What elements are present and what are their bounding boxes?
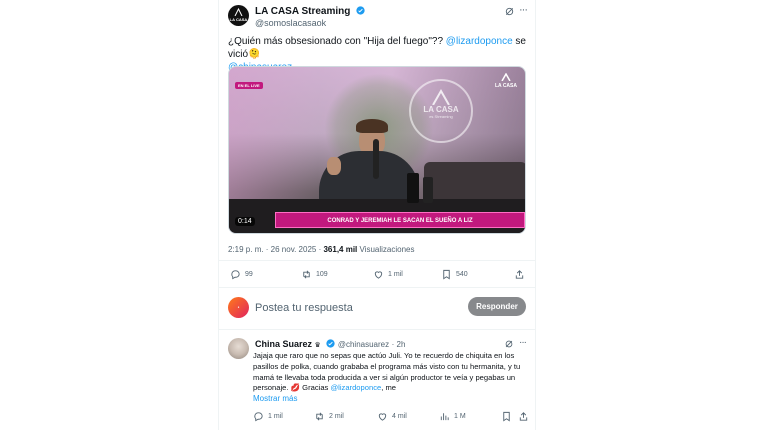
melting-face-emoji: 🫠 (248, 49, 261, 60)
reply-author-handle[interactable]: @chinasuarez (338, 340, 389, 349)
bookmark-button[interactable] (501, 411, 516, 422)
share-button[interactable] (518, 411, 533, 422)
verified-badge-icon (356, 6, 365, 15)
views-button[interactable]: 1 M (439, 411, 466, 422)
heart-icon (378, 413, 387, 421)
video-caption-banner: CONRAD Y JEREMIAH LE SACAN EL SUEÑO A LI… (275, 212, 525, 228)
bookmark-icon (503, 411, 510, 422)
like-button[interactable]: 1 mil (373, 269, 403, 280)
heart-icon (374, 271, 383, 279)
video-corner-logo: LA CASA (495, 72, 517, 89)
share-icon (519, 412, 528, 421)
divider (219, 260, 535, 261)
views-chart-icon (440, 413, 449, 421)
video-person-hair (356, 119, 388, 133)
divider (219, 329, 535, 330)
reply-author-name[interactable]: China Suarez (255, 339, 312, 349)
video-person-hand (327, 157, 341, 175)
house-logo-icon (234, 8, 243, 16)
reply-button[interactable]: 1 mil (253, 411, 283, 422)
repost-button[interactable]: 109 (301, 269, 328, 280)
reply-icon (254, 412, 263, 422)
house-logo-icon (432, 89, 450, 105)
video-wall-logo: LA CASA es Streaming (409, 79, 473, 143)
mention-link[interactable]: @lizardoponce (446, 36, 513, 47)
reply-input[interactable]: Postea tu respuesta (255, 302, 353, 314)
avatar-logo-text: LA CASA (229, 17, 248, 22)
mention-link[interactable]: @lizardoponce (330, 383, 381, 392)
show-more-link[interactable]: Mostrar más (253, 394, 297, 403)
video-cup (407, 173, 419, 203)
bookmark-icon (443, 269, 450, 280)
repost-button[interactable]: 2 mil (314, 411, 344, 422)
video-microphone (373, 139, 379, 179)
verified-badge-icon (326, 339, 335, 348)
video-player[interactable]: LA CASA es Streaming LA CASA EN EL LIVE … (228, 66, 526, 234)
post-timestamp[interactable]: 2:19 p. m. · 26 nov. 2025 · 361,4 mil Vi… (228, 245, 415, 254)
reply-icon (231, 270, 240, 280)
author-handle[interactable]: @somoslacasaok (255, 18, 326, 28)
video-cup (423, 177, 433, 203)
crown-icon: ♛ (314, 342, 321, 349)
more-options-icon[interactable]: ··· (519, 4, 528, 16)
bookmark-button[interactable]: 540 (441, 269, 468, 280)
reply-time[interactable]: · 2h (392, 340, 406, 349)
live-badge: EN EL LIVE (235, 82, 263, 89)
current-user-avatar[interactable]: ● (228, 297, 249, 318)
author-avatar[interactable]: LA CASA (228, 5, 249, 26)
reply-submit-button[interactable]: Responder (468, 297, 526, 316)
reply-button[interactable]: 99 (230, 269, 253, 280)
author-name[interactable]: LA CASA Streaming (255, 6, 365, 17)
divider (219, 287, 535, 288)
repost-icon (316, 412, 323, 421)
share-icon (515, 270, 524, 279)
reply-header: China Suarez ♛ @chinasuarez · 2h (255, 339, 405, 349)
grok-icon[interactable] (504, 339, 514, 349)
grok-icon[interactable] (504, 6, 515, 17)
like-button[interactable]: 4 mil (377, 411, 407, 422)
house-logo-icon (501, 72, 511, 82)
views-count: 361,4 mil (323, 245, 358, 254)
avatar-logo-text: ● (237, 305, 240, 309)
video-duration: 0:14 (235, 217, 255, 226)
more-options-icon[interactable]: ··· (519, 337, 527, 348)
reply-author-avatar[interactable] (228, 338, 249, 359)
kiss-emoji: 💋 (290, 383, 301, 393)
reply-text: Jajaja que raro que no sepas que actúo J… (253, 351, 521, 393)
repost-icon (303, 270, 310, 279)
timeline-column: LA CASA LA CASA Streaming @somoslacasaok… (218, 0, 536, 430)
share-button[interactable] (514, 269, 529, 280)
